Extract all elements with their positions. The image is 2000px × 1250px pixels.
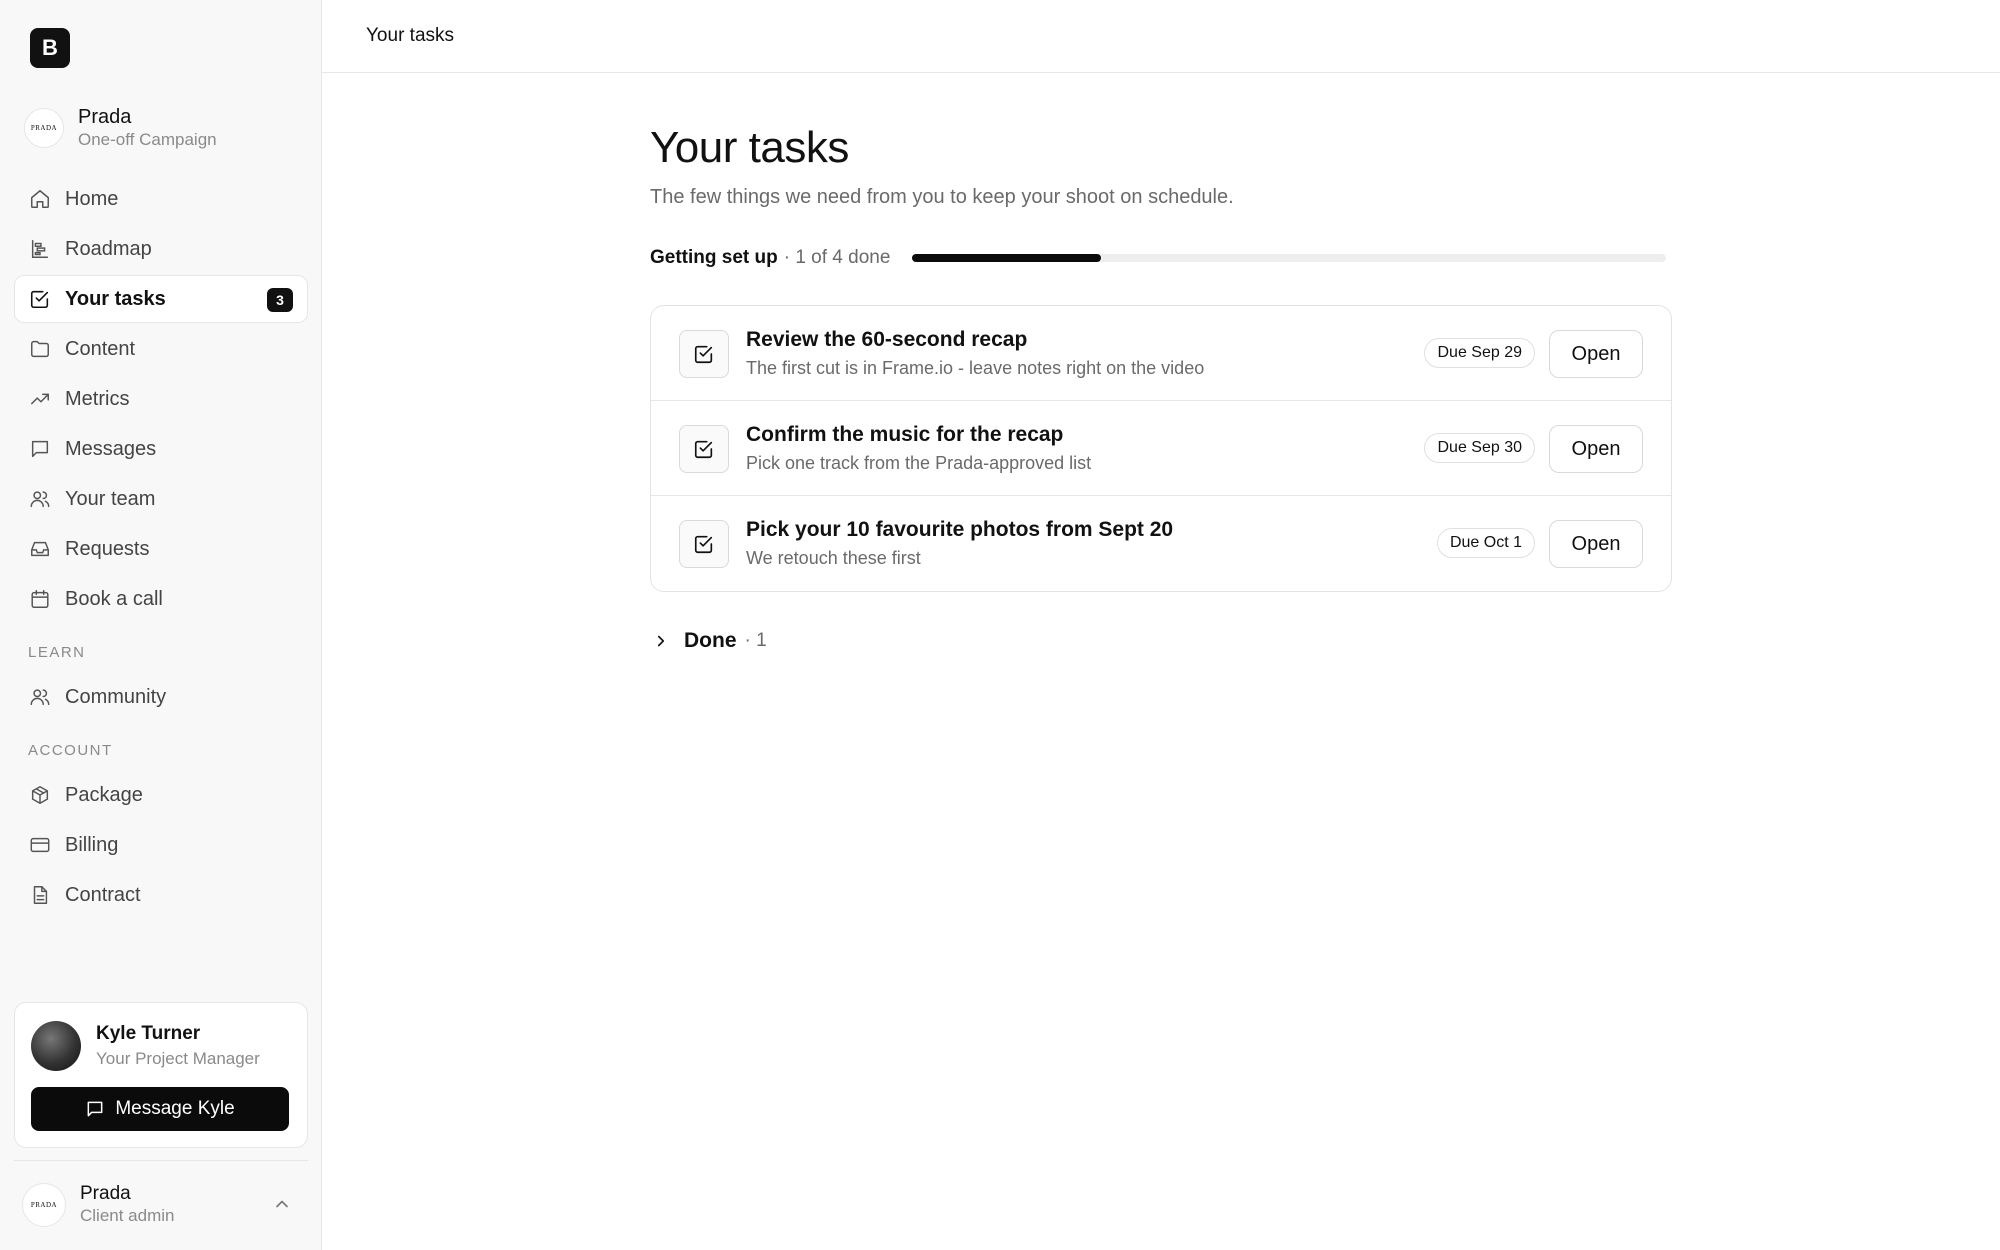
task-description: The first cut is in Frame.io - leave not… <box>746 358 1205 378</box>
task-title: Confirm the music for the recap <box>746 423 1064 446</box>
roadmap-icon <box>31 240 49 258</box>
account-switcher[interactable]: PRADA Prada Client admin <box>22 1180 300 1230</box>
checkbox-icon <box>694 535 713 554</box>
done-count: · 1 <box>744 630 767 651</box>
inbox-icon <box>31 541 49 557</box>
sidebar-item-label: Messages <box>65 437 157 460</box>
users-icon <box>30 689 50 706</box>
sidebar-item-book-a-call[interactable]: Book a call <box>14 575 308 623</box>
sidebar-item-label: Contract <box>65 883 141 906</box>
message-icon <box>31 440 49 458</box>
task-row: Confirm the music for the recap Pick one… <box>651 401 1671 496</box>
pm-name: Kyle Turner <box>96 1023 201 1044</box>
sidebar-item-roadmap[interactable]: Roadmap <box>14 225 308 273</box>
message-icon <box>87 1101 103 1117</box>
client-name: Prada <box>78 106 132 128</box>
sidebar-item-label: Metrics <box>65 387 130 410</box>
done-section-toggle[interactable]: Done · 1 <box>650 628 1672 654</box>
sidebar-nav: Home Roadmap Your tasks 3 Content Metric… <box>14 175 308 921</box>
sidebar-item-content[interactable]: Content <box>14 325 308 373</box>
task-row: Pick your 10 favourite photos from Sept … <box>651 496 1671 591</box>
calendar-icon <box>31 590 49 608</box>
task-title: Pick your 10 favourite photos from Sept … <box>746 518 1174 541</box>
task-count-badge: 3 <box>267 288 293 312</box>
project-manager-card: Kyle Turner Your Project Manager Message… <box>14 1002 308 1148</box>
done-label: Done <box>684 629 737 652</box>
document-icon <box>33 886 48 904</box>
users-icon <box>30 491 50 508</box>
chevron-up-icon <box>276 1200 288 1208</box>
chevron-right-icon <box>657 635 665 647</box>
open-task-button[interactable]: Open <box>1549 425 1643 473</box>
open-task-button[interactable]: Open <box>1549 520 1643 568</box>
main-content: Your tasks The few things we need from y… <box>650 120 1672 654</box>
account-name: Prada <box>80 1183 131 1204</box>
progress-bar <box>912 254 1667 262</box>
credit-card-icon <box>30 837 50 853</box>
sidebar-item-contract[interactable]: Contract <box>14 871 308 919</box>
task-checkbox[interactable] <box>679 520 729 568</box>
sidebar-item-messages[interactable]: Messages <box>14 425 308 473</box>
sidebar-item-label: Community <box>65 685 167 708</box>
sidebar-item-label: Roadmap <box>65 237 152 260</box>
progress-label: Getting set up <box>650 247 778 268</box>
avatar <box>31 1021 81 1071</box>
message-pm-button[interactable]: Message Kyle <box>31 1087 289 1131</box>
sidebar-item-label: Package <box>65 783 143 806</box>
progress-bar-fill <box>912 254 1101 262</box>
sidebar-item-label: Your team <box>65 487 156 510</box>
sidebar-item-label: Requests <box>65 537 150 560</box>
sidebar-item-community[interactable]: Community <box>14 673 308 721</box>
topbar: Your tasks <box>322 0 2000 73</box>
client-logo: PRADA <box>24 108 64 148</box>
open-task-button[interactable]: Open <box>1549 330 1643 378</box>
sidebar-item-your-team[interactable]: Your team <box>14 475 308 523</box>
section-label-learn: LEARN <box>28 643 86 661</box>
client-subtitle: One-off Campaign <box>78 130 217 149</box>
checkbox-icon <box>694 440 713 459</box>
sidebar-item-label: Home <box>65 187 119 210</box>
trend-icon <box>31 393 49 405</box>
sidebar-item-package[interactable]: Package <box>14 771 308 819</box>
sidebar-item-metrics[interactable]: Metrics <box>14 375 308 423</box>
checkbox-icon <box>694 345 713 364</box>
task-checkbox[interactable] <box>679 425 729 473</box>
task-title: Review the 60-second recap <box>746 328 1028 351</box>
message-pm-button-label: Message Kyle <box>115 1098 235 1119</box>
account-role: Client admin <box>80 1206 175 1225</box>
account-logo: PRADA <box>22 1183 66 1227</box>
topbar-title: Your tasks <box>366 25 455 46</box>
page-subtitle: The few things we need from you to keep … <box>650 186 1234 208</box>
home-icon <box>31 190 49 208</box>
progress-row: Getting set up · 1 of 4 done <box>650 245 1672 271</box>
sidebar-item-label: Book a call <box>65 587 163 610</box>
task-description: We retouch these first <box>746 548 921 568</box>
pm-role: Your Project Manager <box>96 1049 260 1068</box>
sidebar-item-requests[interactable]: Requests <box>14 525 308 573</box>
progress-count: · 1 of 4 done <box>783 247 891 268</box>
app-logo[interactable]: B <box>30 28 70 68</box>
sidebar-item-your-tasks[interactable]: Your tasks 3 <box>14 275 308 323</box>
sidebar: B PRADA Prada One-off Campaign Home Road… <box>0 0 322 1250</box>
sidebar-item-label: Billing <box>65 833 119 856</box>
due-date-badge: Due Sep 29 <box>1424 338 1535 368</box>
section-label-account: ACCOUNT <box>28 741 113 759</box>
due-date-badge: Due Sep 30 <box>1424 433 1535 463</box>
client-switcher[interactable]: PRADA Prada One-off Campaign <box>24 105 217 151</box>
sidebar-divider <box>14 1160 308 1161</box>
due-date-badge: Due Oct 1 <box>1436 528 1535 558</box>
sidebar-item-label: Content <box>65 337 136 360</box>
task-checkbox[interactable] <box>679 330 729 378</box>
task-row: Review the 60-second recap The first cut… <box>651 306 1671 401</box>
task-list: Review the 60-second recap The first cut… <box>650 305 1672 592</box>
page-title: Your tasks <box>650 123 849 172</box>
task-description: Pick one track from the Prada-approved l… <box>746 453 1092 473</box>
folder-icon <box>31 340 49 358</box>
sidebar-item-label: Your tasks <box>65 287 166 310</box>
sidebar-item-billing[interactable]: Billing <box>14 821 308 869</box>
checkbox-icon <box>30 290 49 309</box>
sidebar-item-home[interactable]: Home <box>14 175 308 223</box>
package-icon <box>31 786 49 804</box>
